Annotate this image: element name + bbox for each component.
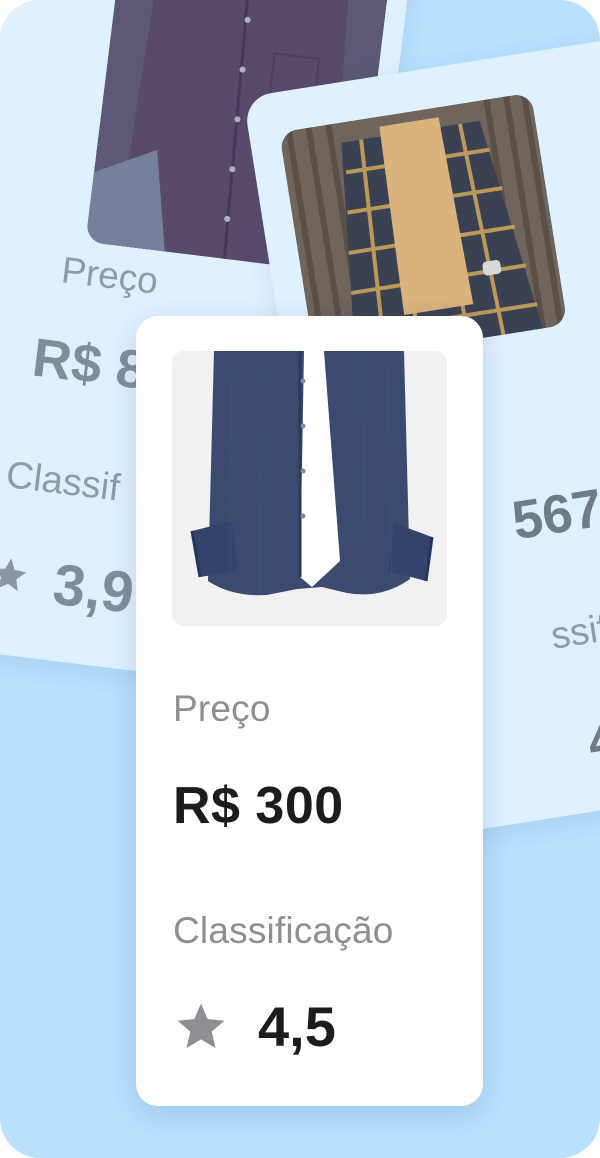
star-icon <box>0 558 27 592</box>
price-label: Preço <box>173 688 271 729</box>
price-value-left: R$ 8 <box>29 327 150 401</box>
price-value-right: 567 <box>508 477 600 552</box>
price-value: R$ 300 <box>173 777 344 835</box>
app-frame: Preço R$ 8 Classif 3,9 567 ssifica 4,1 P… <box>0 0 600 1158</box>
rating-value: 4,5 <box>258 995 336 1058</box>
rating-label: Classificação <box>173 910 394 951</box>
rating-label-left: Classif <box>3 454 123 510</box>
product-card-main[interactable]: Preço R$ 300 Classificação 4,5 <box>136 316 483 1106</box>
product-photo-main <box>172 351 447 626</box>
rating-value-left: 3,9 <box>49 551 138 627</box>
rating-value-right: 4,1 <box>583 701 600 773</box>
price-label-left: Preço <box>59 249 161 302</box>
rating-label-right: ssifica <box>548 599 600 658</box>
blue-shirt-image <box>172 351 447 626</box>
star-icon <box>177 1003 225 1048</box>
